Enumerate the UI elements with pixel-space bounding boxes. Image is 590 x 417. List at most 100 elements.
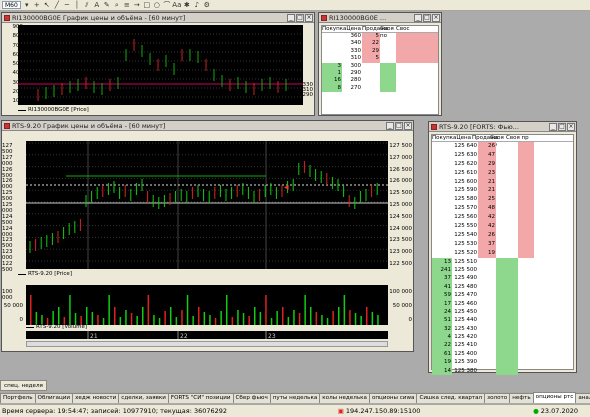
ri-orderbook-window[interactable]: RI130000BG0E ... _ □ × Покупка Цена Продажа С… [318, 12, 442, 116]
orderbook-column-header[interactable]: Свос [396, 26, 438, 32]
settings-icon[interactable]: ⚙ [203, 1, 211, 9]
orderbook-sell-row[interactable]: 125 590 21 [432, 186, 573, 196]
timeframe-select[interactable]: M60 [2, 1, 21, 9]
orderbook-sell-row[interactable]: 125 620 29 [432, 159, 573, 169]
orderbook-column-header[interactable]: Покупка [322, 26, 346, 32]
ri-orderbook-table[interactable]: Покупка Цена Продажа Своя по Свос 360 5 340 22 3… [321, 25, 439, 115]
minimize-button[interactable]: _ [386, 121, 394, 130]
minimize-button[interactable]: _ [414, 13, 422, 22]
maximize-button[interactable]: □ [423, 13, 431, 22]
orderbook-column-header[interactable]: Своя пр [506, 135, 573, 141]
minimize-button[interactable]: _ [287, 13, 295, 22]
orderbook-column-header[interactable]: Продажа [472, 135, 499, 141]
rts-orderbook-window[interactable]: RTS-9.20 [FORTS: Фью... _ □ × Покупка Цена П… [428, 121, 577, 376]
bell-icon[interactable]: ♪ [193, 1, 201, 9]
orderbook-buy-row[interactable]: 16 280 [322, 77, 438, 85]
channel-icon[interactable]: ⫽ [83, 1, 91, 9]
arc-icon[interactable]: ⌒ [163, 1, 171, 9]
maximize-button[interactable]: □ [296, 13, 304, 22]
maximize-button[interactable]: □ [395, 121, 403, 130]
workspace-tab[interactable]: путы неделька [269, 393, 321, 403]
orderbook-sell-row[interactable]: 330 29 [322, 47, 438, 56]
minimize-button[interactable]: _ [549, 122, 557, 131]
orderbook-buy-row[interactable]: 22 125 410 [432, 341, 573, 350]
orderbook-buy-row[interactable]: 8 270 [322, 84, 438, 93]
orderbook-column-header[interactable]: Продажа [362, 26, 389, 32]
orderbook-sell-row[interactable]: 125 630 47 [432, 150, 573, 160]
ri-chart-window[interactable]: RI130000BG0E График цены и объёма - [60 … [1, 12, 315, 116]
orderbook-buy-row[interactable]: 19 125 390 [432, 358, 573, 367]
close-button[interactable]: × [305, 13, 313, 22]
workspace-tab[interactable]: колы неделька [319, 393, 370, 403]
orderbook-buy-row[interactable]: 61 125 400 [432, 349, 573, 359]
maximize-button[interactable]: □ [558, 122, 566, 131]
symbol-icon[interactable]: ✱ [183, 1, 191, 9]
pencil-icon[interactable]: ✎ [103, 1, 111, 9]
workspace-tab[interactable]: опционы ртс [532, 392, 577, 403]
close-button[interactable]: × [567, 122, 575, 131]
orderbook-buy-row[interactable]: 241 125 500 [432, 265, 573, 275]
orderbook-sell-row[interactable]: 125 580 25 [432, 195, 573, 205]
workspace-tab[interactable]: хедж новости [72, 393, 120, 403]
orderbook-buy-row[interactable]: 3 300 [322, 62, 438, 70]
orderbook-sell-row[interactable]: 125 550 42 [432, 222, 573, 231]
orderbook-buy-row[interactable]: 4 125 420 [432, 333, 573, 342]
rts-chart-titlebar[interactable]: RTS-9.20 График цены и объёма - [60 мину… [2, 121, 413, 131]
workspace-tab-spec-week[interactable]: спец. неделя [0, 380, 47, 391]
orderbook-sell-row[interactable]: 125 520 19 [432, 248, 573, 258]
orderbook-column-header[interactable]: Покупка [432, 135, 456, 141]
rts-orderbook-titlebar[interactable]: RTS-9.20 [FORTS: Фью... _ □ × [429, 122, 576, 132]
timeframe-dropdown-icon[interactable]: ▾ [23, 1, 31, 9]
rts-price-plot[interactable]: ◀ [26, 141, 388, 269]
orderbook-buy-row[interactable]: 13 125 510 [432, 257, 573, 266]
orderbook-sell-row[interactable]: 310 5 [322, 55, 438, 63]
orderbook-buy-row[interactable]: 1 290 [322, 69, 438, 78]
orderbook-column-header[interactable]: Своя по [490, 135, 506, 148]
orderbook-sell-row[interactable]: 125 640 26 [432, 142, 573, 151]
orderbook-buy-row[interactable]: 59 125 470 [432, 291, 573, 300]
rect-icon[interactable]: □ [143, 1, 151, 9]
orderbook-buy-row[interactable]: 32 125 430 [432, 324, 573, 334]
zoom-icon[interactable]: ⌕ [113, 1, 121, 9]
fib-icon[interactable]: ≡ [123, 1, 131, 9]
ri-chart-titlebar[interactable]: RI130000BG0E График цены и объёма - [60 … [2, 13, 314, 23]
orderbook-sell-row[interactable]: 125 540 26 [432, 230, 573, 240]
orderbook-buy-row[interactable]: 51 125 440 [432, 316, 573, 325]
workspace-tab[interactable]: сделки, заявки [118, 393, 169, 403]
close-button[interactable]: × [432, 13, 440, 22]
hline-icon[interactable]: ─ [63, 1, 71, 9]
rts-chart-window[interactable]: RTS-9.20 График цены и объёма - [60 мину… [1, 120, 414, 352]
font-icon[interactable]: Aa [172, 1, 181, 9]
line-icon[interactable]: ╱ [53, 1, 61, 9]
orderbook-buy-row[interactable]: 37 125 490 [432, 274, 573, 283]
orderbook-sell-row[interactable]: 125 560 42 [432, 213, 573, 223]
orderbook-sell-row[interactable]: 360 5 [322, 33, 438, 41]
arrow-icon[interactable]: → [133, 1, 141, 9]
text-icon[interactable]: A [93, 1, 101, 9]
orderbook-sell-row[interactable]: 125 570 48 [432, 204, 573, 214]
orderbook-buy-row[interactable]: 17 125 460 [432, 299, 573, 308]
orderbook-buy-row[interactable]: 14 125 380 [432, 366, 573, 376]
orderbook-column-header[interactable]: Цена [342, 26, 362, 32]
orderbook-sell-row[interactable]: 340 22 [322, 40, 438, 48]
ri-chart-plot[interactable] [18, 25, 303, 105]
crosshair-icon[interactable]: + [33, 1, 41, 9]
close-button[interactable]: × [404, 121, 412, 130]
rts-hscroll[interactable] [26, 341, 388, 347]
workspace-tab[interactable]: Портфель [0, 393, 36, 403]
workspace-tab[interactable]: FORTS "СИ" позиции [167, 393, 234, 403]
workspace-tab[interactable]: золото [484, 393, 511, 403]
orderbook-column-header[interactable]: Своя по [380, 26, 396, 39]
orderbook-sell-row[interactable]: 125 610 23 [432, 168, 573, 178]
ellipse-icon[interactable]: ○ [153, 1, 161, 9]
ri-orderbook-titlebar[interactable]: RI130000BG0E ... _ □ × [319, 13, 441, 23]
orderbook-sell-row[interactable]: 125 530 37 [432, 239, 573, 249]
orderbook-sell-row[interactable]: 125 600 21 [432, 177, 573, 187]
workspace-tab[interactable]: нефть [509, 393, 534, 403]
rts-volume-plot[interactable] [26, 285, 388, 325]
workspace-tab[interactable]: Сишка след. квартал [416, 393, 486, 403]
workspace-tab[interactable]: опционы сиwa [368, 393, 418, 403]
orderbook-buy-row[interactable]: 41 125 480 [432, 282, 573, 292]
orderbook-buy-row[interactable]: 24 125 450 [432, 307, 573, 317]
workspace-tab[interactable]: Сбер фьюч [232, 393, 271, 403]
